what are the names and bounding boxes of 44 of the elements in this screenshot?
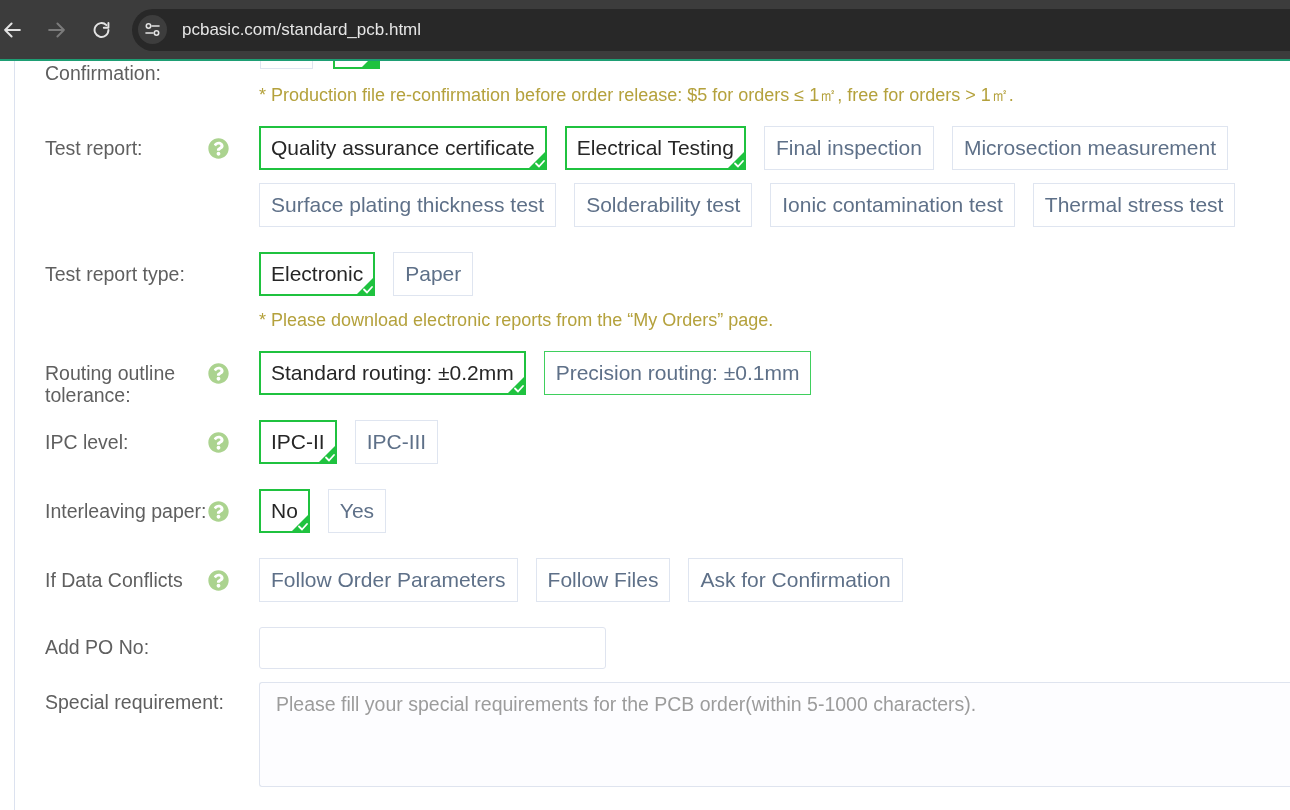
option-button[interactable]: Ionic contamination test [770, 183, 1015, 227]
text-area-field[interactable]: Please fill your special requirements for the PCB order(within 5-1000 characters). [259, 682, 1290, 787]
option-button[interactable]: Microsection measurement [951, 126, 1228, 170]
option-button[interactable]: Final inspection [764, 126, 934, 170]
option-button[interactable]: Yes [327, 489, 387, 533]
option-button[interactable]: Surface plating thickness test [259, 183, 557, 227]
option-button[interactable]: Precision routing: ±0.1mm [543, 351, 812, 395]
field-label: Confirmation: [45, 62, 162, 84]
input-field[interactable] [259, 627, 606, 669]
option-button[interactable]: Electronic [259, 252, 376, 296]
reload-icon[interactable] [93, 21, 110, 38]
option-button[interactable] [333, 61, 380, 69]
field-label: Interleaving paper: [45, 500, 208, 522]
address-bar[interactable]: pcbasic.com/standard_pcb.html [132, 8, 1290, 51]
option-button[interactable]: IPC-II [259, 420, 337, 464]
option-button[interactable]: Quality assurance certificate [259, 126, 547, 170]
field-label: Routing outline tolerance: [45, 362, 177, 406]
hint-note: * Please download electronic reports from the “My Orders” page. [259, 309, 774, 331]
option-button[interactable]: IPC-III [354, 420, 439, 464]
option-button[interactable]: Electrical Testing [564, 126, 746, 170]
option-button[interactable]: Solderability test [574, 183, 753, 227]
option-button[interactable]: Follow Order Parameters [259, 558, 518, 602]
field-label: IPC level: [45, 431, 130, 453]
field-label: Special requirement: [45, 691, 225, 713]
option-button[interactable]: Thermal stress test [1032, 183, 1236, 227]
check-corner-icon [360, 61, 380, 69]
option-button[interactable]: Ask for Confirmation [688, 558, 903, 602]
help-icon[interactable] [208, 569, 229, 591]
option-button[interactable]: Paper [393, 252, 474, 296]
sliders-icon[interactable] [138, 15, 167, 44]
field-label: Test report: [45, 137, 144, 159]
option-button[interactable]: Standard routing: ±0.2mm [259, 351, 526, 395]
help-icon[interactable] [208, 431, 229, 453]
help-icon[interactable] [208, 137, 229, 159]
help-icon[interactable] [208, 362, 229, 384]
field-label: If Data Conflicts [45, 569, 184, 591]
field-label: Add PO No: [45, 636, 151, 658]
hint-note: * Production file re-confirmation before order release: $5 for orders ≤ 1㎡, free for orders > 1㎡. [259, 84, 1014, 106]
back-arrow-icon[interactable] [4, 21, 21, 38]
help-icon[interactable] [208, 500, 229, 522]
url-text[interactable]: pcbasic.com/standard_pcb.html [182, 19, 422, 40]
field-label: Test report type: [45, 263, 186, 285]
option-button[interactable]: No [259, 489, 310, 533]
option-button[interactable]: Follow Files [535, 558, 671, 602]
